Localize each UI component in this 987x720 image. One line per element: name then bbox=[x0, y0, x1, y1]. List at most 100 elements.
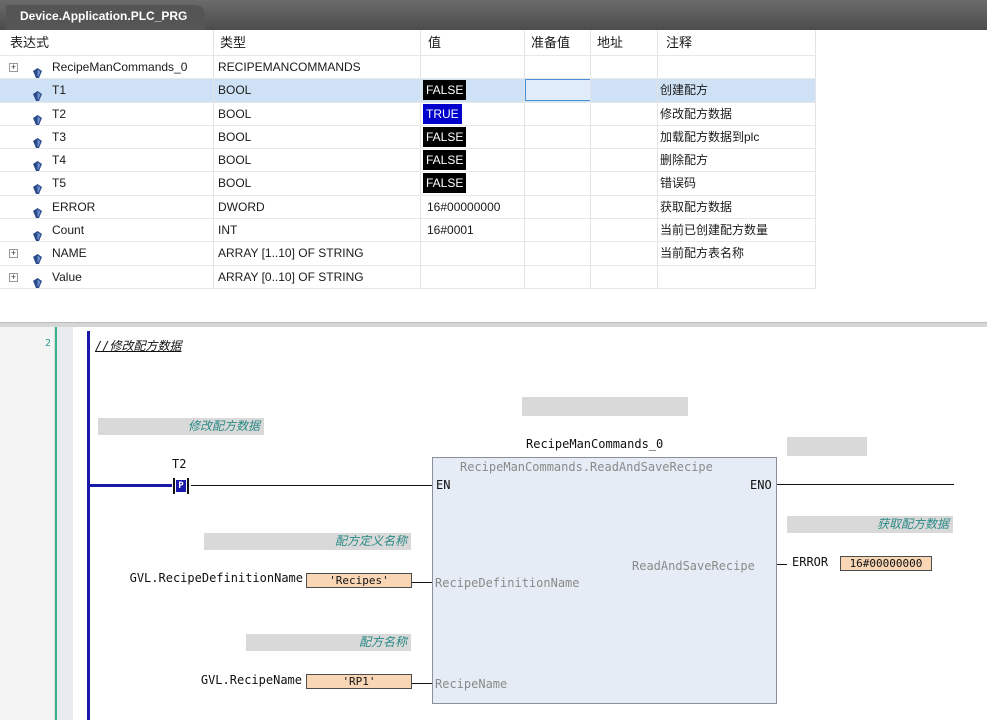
cell-prepared-value[interactable] bbox=[525, 195, 591, 219]
watch-row[interactable]: T4 BOOL FALSE 删除配方 bbox=[0, 149, 816, 173]
online-value: TRUE bbox=[423, 103, 462, 124]
variable-icon bbox=[33, 133, 42, 148]
variable-name: Value bbox=[52, 269, 82, 284]
output-wire bbox=[777, 564, 787, 565]
cell-prepared-value[interactable] bbox=[525, 125, 591, 149]
contact-state: P bbox=[176, 480, 186, 492]
cell-prepared-value[interactable] bbox=[525, 79, 591, 102]
energized-wire bbox=[90, 484, 172, 487]
pin-en[interactable]: EN bbox=[436, 478, 450, 492]
cell-value bbox=[421, 242, 525, 265]
watch-row[interactable]: + Value ARRAY [0..10] OF STRING bbox=[0, 265, 816, 289]
cell-type: BOOL bbox=[214, 102, 421, 125]
cell-comment bbox=[658, 56, 816, 79]
contact-right-bar bbox=[187, 478, 189, 494]
comment-recipe-name[interactable]: 配方名称 bbox=[246, 634, 411, 651]
line-gutter: 2 bbox=[0, 327, 55, 720]
cell-type: BOOL bbox=[214, 79, 421, 102]
cell-expression: T3 bbox=[0, 125, 214, 149]
network-number: 2 bbox=[45, 338, 52, 349]
fb-instance-name[interactable]: RecipeManCommands_0 bbox=[526, 437, 663, 451]
cell-prepared-value[interactable] bbox=[525, 265, 591, 288]
column-header-expression[interactable]: 表达式 bbox=[0, 30, 214, 55]
variable-icon bbox=[33, 203, 42, 218]
input-value-recipe-definition: 'Recipes' bbox=[306, 573, 412, 588]
watch-header-row: 表达式 类型 值 准备值 地址 注释 bbox=[0, 30, 816, 56]
variable-name: Count bbox=[52, 223, 85, 238]
pin-output[interactable]: ReadAndSaveRecipe bbox=[632, 559, 755, 573]
cell-prepared-value[interactable] bbox=[525, 242, 591, 265]
watch-row[interactable]: + RecipeManCommands_0 RECIPEMANCOMMANDS bbox=[0, 56, 816, 80]
watch-row[interactable]: ERROR DWORD 16#00000000 获取配方数据 bbox=[0, 195, 816, 220]
cell-prepared-value[interactable] bbox=[525, 149, 591, 172]
pin-recipe-definition-name[interactable]: RecipeDefinitionName bbox=[435, 576, 580, 590]
cell-comment: 删除配方 bbox=[658, 149, 816, 172]
input-variable-recipe-name[interactable]: GVL.RecipeName bbox=[186, 673, 302, 687]
variable-name: T1 bbox=[52, 83, 67, 98]
en-wire bbox=[191, 485, 432, 486]
online-value: FALSE bbox=[423, 80, 467, 101]
input-variable-recipe-definition[interactable]: GVL.RecipeDefinitionName bbox=[103, 571, 303, 585]
cell-prepared-value[interactable] bbox=[525, 172, 591, 195]
variable-name: T2 bbox=[52, 106, 67, 121]
watch-panel: 表达式 类型 值 准备值 地址 注释 + RecipeManCommands_0 R… bbox=[0, 30, 987, 324]
column-header-address[interactable]: 地址 bbox=[591, 30, 658, 55]
cell-value bbox=[421, 56, 525, 79]
cell-address bbox=[591, 125, 658, 149]
cell-type: INT bbox=[214, 219, 421, 242]
cell-type: ARRAY [0..10] OF STRING bbox=[214, 265, 421, 288]
cell-comment: 获取配方数据 bbox=[658, 195, 816, 219]
variable-icon bbox=[33, 179, 42, 195]
cell-prepared-value[interactable] bbox=[525, 219, 591, 242]
output-variable[interactable]: ERROR bbox=[792, 555, 828, 569]
watch-row[interactable]: + NAME ARRAY [1..10] OF STRING 当前配方表名称 bbox=[0, 242, 816, 266]
watch-row[interactable]: Count INT 16#0001 当前已创建配方数量 bbox=[0, 219, 816, 243]
expand-icon[interactable]: + bbox=[9, 63, 18, 72]
cell-address bbox=[591, 149, 658, 172]
cell-value: FALSE bbox=[421, 125, 525, 149]
editor-titlebar: Device.Application.PLC_PRG bbox=[0, 0, 987, 30]
cell-type: RECIPEMANCOMMANDS bbox=[214, 56, 421, 79]
pin-eno[interactable]: ENO bbox=[750, 478, 772, 492]
variable-name: ERROR bbox=[52, 199, 96, 214]
expand-icon[interactable]: + bbox=[9, 249, 18, 259]
column-header-comment[interactable]: 注释 bbox=[658, 30, 816, 55]
watch-table: 表达式 类型 值 准备值 地址 注释 + RecipeManCommands_0 R… bbox=[0, 30, 816, 289]
variable-name: RecipeManCommands_0 bbox=[52, 60, 188, 74]
watch-row[interactable]: T2 BOOL TRUE 修改配方数据 bbox=[0, 102, 816, 126]
online-value: FALSE bbox=[423, 126, 467, 147]
cell-type: BOOL bbox=[214, 125, 421, 149]
watch-row[interactable]: T1 BOOL FALSE 创建配方 bbox=[0, 79, 816, 103]
editor-tab[interactable]: Device.Application.PLC_PRG bbox=[6, 5, 206, 30]
input-value-recipe-name: 'RP1' bbox=[306, 674, 412, 689]
rising-edge-contact[interactable]: P bbox=[171, 478, 191, 494]
column-header-prepared-value[interactable]: 准备值 bbox=[525, 30, 591, 55]
comment-modify-recipe[interactable]: 修改配方数据 bbox=[98, 418, 264, 435]
empty-comment-box[interactable] bbox=[787, 437, 867, 456]
column-header-value[interactable]: 值 bbox=[421, 30, 525, 55]
cell-value: FALSE bbox=[421, 79, 525, 102]
cell-type: BOOL bbox=[214, 149, 421, 172]
column-header-type[interactable]: 类型 bbox=[214, 30, 421, 55]
fb-type-name: RecipeManCommands.ReadAndSaveRecipe bbox=[460, 460, 713, 474]
cell-expression: + RecipeManCommands_0 bbox=[0, 56, 214, 79]
expand-icon[interactable]: + bbox=[9, 272, 18, 282]
variable-name: T3 bbox=[52, 129, 67, 144]
prepared-value-editor[interactable] bbox=[525, 79, 590, 102]
cell-prepared-value[interactable] bbox=[525, 102, 591, 125]
cell-value: 16#0001 bbox=[421, 219, 525, 242]
variable-icon bbox=[33, 63, 42, 78]
empty-comment-box[interactable] bbox=[522, 397, 688, 416]
pin-recipe-name[interactable]: RecipeName bbox=[435, 677, 507, 691]
cell-expression: T4 bbox=[0, 149, 214, 172]
cell-prepared-value[interactable] bbox=[525, 56, 591, 79]
cell-value: TRUE bbox=[421, 102, 525, 125]
comment-get-recipe[interactable]: 获取配方数据 bbox=[787, 516, 953, 533]
comment-recipe-definition-name[interactable]: 配方定义名称 bbox=[204, 533, 411, 550]
network-comment[interactable]: //修改配方数据 bbox=[95, 337, 181, 354]
watch-row[interactable]: T3 BOOL FALSE 加载配方数据到plc bbox=[0, 125, 816, 150]
power-rail bbox=[87, 331, 90, 720]
cell-type: BOOL bbox=[214, 172, 421, 195]
cell-comment: 修改配方数据 bbox=[658, 102, 816, 125]
watch-row[interactable]: T5 BOOL FALSE 错误码 bbox=[0, 172, 816, 196]
